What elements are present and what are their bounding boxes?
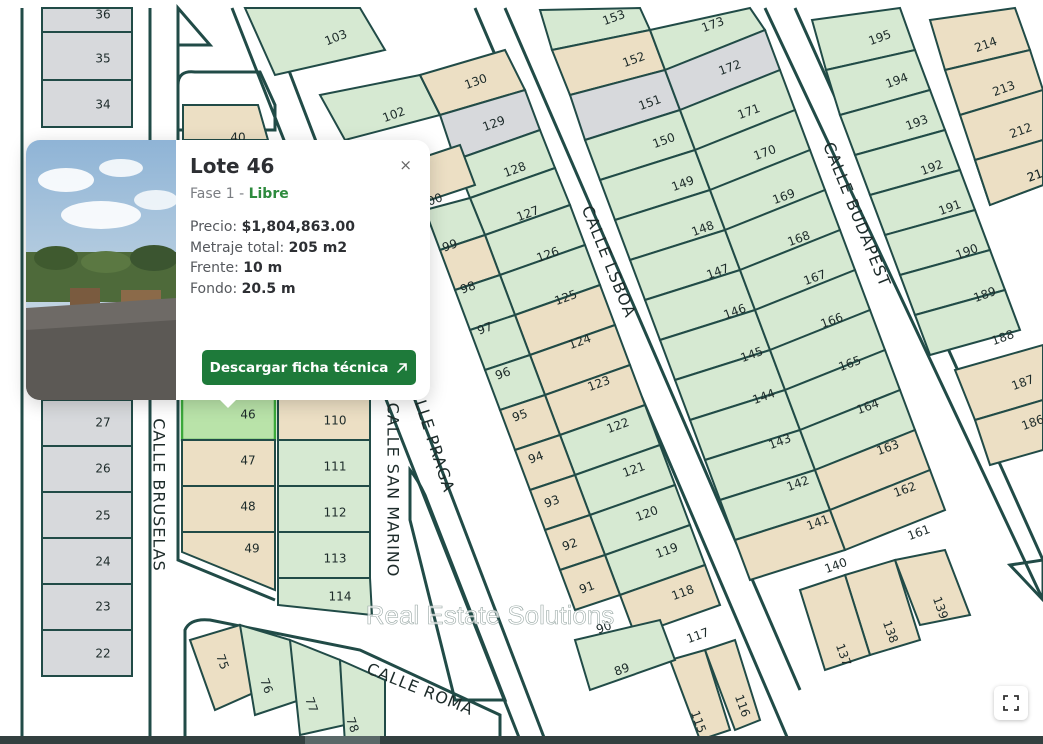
lot-22[interactable] [41,629,133,677]
popup-pointer [218,398,238,408]
street-label-san-marino: CALLE SAN MARINO [384,403,403,578]
phase-separator: - [234,186,249,202]
lot-label: 47 [240,454,255,468]
download-sheet-button[interactable]: Descargar ficha técnica [202,350,416,385]
lot-26[interactable] [41,445,133,493]
close-icon[interactable]: × [399,156,412,174]
lot-label: 35 [95,52,110,66]
fullscreen-button[interactable] [994,686,1028,720]
front-label: Frente: [190,260,239,276]
front-value: 10 m [243,260,283,276]
lot-label: 48 [240,500,255,514]
download-button-label: Descargar ficha técnica [209,359,389,376]
bottom-scrollbar[interactable] [0,736,1043,744]
lot-title: Lote 46 [190,154,275,178]
lot-label: 111 [324,460,347,474]
lot-27[interactable] [41,399,133,447]
watermark-text: Real Estate Solutions [366,600,615,630]
lot-24[interactable] [41,537,133,585]
lot-48[interactable] [181,485,276,533]
area-label: Metraje total: [190,239,285,256]
lot-23[interactable] [41,583,133,631]
front-row: Frente: 10 m [190,258,355,279]
status-badge: Libre [248,186,289,202]
lot-label: 114 [329,590,352,604]
area-row: Metraje total: 205 m2 [190,238,355,259]
lot-47[interactable] [181,439,276,487]
lot-label: 46 [240,408,255,422]
lot-popup: Lote 46 × Fase 1 - Libre Precio: $1,804,… [26,140,430,400]
depth-value: 20.5 m [241,280,296,297]
street-label-bruselas: CALLE BRUSELAS [150,418,169,572]
lot-40[interactable] [182,104,270,141]
popup-body: Lote 46 × Fase 1 - Libre Precio: $1,804,… [190,140,430,400]
lot-25[interactable] [41,491,133,539]
lot-phase: Fase 1 - Libre [190,186,289,202]
lot-label: 27 [95,416,110,430]
lot-label: 36 [95,8,110,22]
lot-label: 25 [95,509,110,523]
scrollbar-thumb[interactable] [305,736,380,744]
lot-label: 49 [244,542,259,556]
lot-label: 23 [95,600,110,614]
lot-label: 22 [95,647,110,661]
lot-details: Precio: $1,804,863.00 Metraje total: 205… [190,217,355,299]
phase-label: Fase 1 [190,186,235,202]
lot-34[interactable] [41,79,133,128]
arrow-up-right-icon [397,362,408,373]
lot-36[interactable] [41,7,133,33]
lot-label: 24 [95,555,110,569]
depth-row: Fondo: 20.5 m [190,279,355,300]
price-row: Precio: $1,804,863.00 [190,217,355,238]
lot-label: 110 [324,414,347,428]
lot-label: 26 [95,462,110,476]
lot-label: 113 [324,552,347,566]
price-value: $1,804,863.00 [241,219,355,235]
price-label: Precio: [190,219,238,235]
lot-label: 112 [324,506,347,520]
depth-label: Fondo: [190,280,238,297]
fullscreen-icon [1003,695,1019,711]
lot-photo [26,140,176,400]
lot-label: 34 [95,98,110,112]
area-value: 205 m2 [288,239,348,256]
lot-35[interactable] [41,31,133,81]
